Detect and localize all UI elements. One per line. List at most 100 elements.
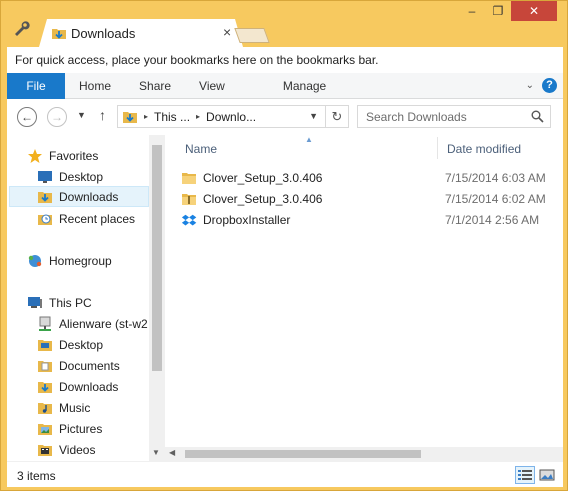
close-tab-icon[interactable]: × [223,24,231,40]
close-window-button[interactable]: ✕ [511,1,557,21]
tab-title: Downloads [71,26,136,41]
file-list-horizontal-scrollbar[interactable]: ◀ [165,447,563,461]
zip-folder-icon [182,194,196,205]
nav-item-label: Videos [59,442,96,457]
wrench-icon[interactable] [11,19,31,39]
tab-share[interactable]: Share [125,73,185,99]
nav-item-videos[interactable]: Videos [37,439,95,460]
nav-item-label: Music [59,400,91,415]
downloads-folder-icon [38,191,52,203]
nav-item-label: Pictures [59,421,103,436]
folder-icon [38,339,52,351]
dropbox-icon [181,214,197,226]
search-input[interactable]: Search Downloads [357,105,551,128]
tab-file[interactable]: File [7,72,65,99]
homegroup-icon [28,254,42,267]
file-name: Clover_Setup_3.0.406 [203,192,323,206]
nav-pane-scroll-thumb[interactable] [152,145,162,371]
star-icon [28,148,42,163]
file-name: Clover_Setup_3.0.406 [203,171,323,185]
nav-item-label: Desktop [59,337,104,352]
nav-item-documents[interactable]: Documents [37,355,120,376]
nav-item-favorites[interactable]: Favorites [27,145,98,166]
breadcrumb-this-pc[interactable]: This ... [154,110,190,124]
details-view-button[interactable] [515,466,535,484]
tab-manage[interactable]: Manage [269,73,340,99]
nav-item-recent-places[interactable]: Recent places [37,208,135,229]
network-drive-icon [39,316,51,331]
nav-item-downloads[interactable]: Downloads [9,186,149,207]
minimize-button[interactable]: – [459,1,485,21]
nav-item-label: Homegroup [49,253,112,268]
bookmarks-bar-message: For quick access, place your bookmarks h… [15,53,379,67]
search-placeholder: Search Downloads [366,110,467,124]
breadcrumb-downloads[interactable]: Downlo... [206,110,256,124]
file-row[interactable]: Clover_Setup_3.0.406 7/15/2014 6:02 AM [181,189,546,209]
column-header-name[interactable]: Name [185,142,217,156]
nav-item-label: Documents [59,358,120,373]
details-view-icon [518,470,532,480]
file-name: DropboxInstaller [203,213,291,227]
forward-button[interactable]: → [47,107,67,127]
tab-home[interactable]: Home [65,73,125,99]
scroll-down-icon[interactable]: ▼ [152,448,160,457]
recent-places-icon [38,214,52,225]
file-row[interactable]: Clover_Setup_3.0.406 7/15/2014 6:03 AM [181,168,546,188]
back-button[interactable]: ← [17,107,37,127]
crumb-separator-icon[interactable]: ▸ [196,112,200,121]
nav-pane-scrollbar[interactable]: ▼ [149,135,165,461]
recent-locations-icon[interactable]: ▼ [77,110,86,120]
nav-item-label: Recent places [59,211,136,226]
videos-folder-icon [38,444,52,456]
up-button[interactable]: ↑ [99,107,106,123]
file-date: 7/15/2014 6:03 AM [445,171,546,185]
expand-ribbon-icon[interactable]: ⌄ [526,80,534,91]
nav-item-homegroup[interactable]: Homegroup [27,250,112,271]
restore-button[interactable]: ❐ [485,1,511,21]
window-controls: – ❐ ✕ [459,1,557,21]
nav-item-desktop-folder[interactable]: Desktop [37,334,103,355]
address-bar[interactable]: ▸ This ... ▸ Downlo... ▼ ↻ [117,105,349,128]
new-tab-button[interactable] [234,28,270,43]
nav-item-label: Downloads [59,189,119,204]
nav-item-label: Favorites [49,148,99,163]
file-list: ▲ Name Date modified Clover_Setup_3.0.40… [165,135,563,461]
item-count: 3 items [17,469,56,483]
nav-item-downloads-folder[interactable]: Downloads [37,376,118,397]
computer-icon [28,296,42,308]
nav-item-music[interactable]: Music [37,397,90,418]
help-icon[interactable]: ? [542,78,557,93]
crumb-separator-icon[interactable]: ▸ [144,112,148,121]
column-divider[interactable] [437,137,438,159]
status-bar: 3 items [7,461,563,487]
downloads-folder-icon [38,381,52,393]
navigation-pane: Favorites Desktop Downloads Recent place… [7,135,165,461]
nav-item-pictures[interactable]: Pictures [37,418,102,439]
nav-item-label: Alienware (st-w2 [59,316,148,331]
search-icon[interactable] [531,110,544,123]
large-icons-view-button[interactable] [537,466,557,484]
address-dropdown-icon[interactable]: ▼ [309,111,318,121]
refresh-button[interactable]: ↻ [325,106,348,127]
horizontal-scroll-thumb[interactable] [185,450,421,458]
sort-ascending-icon: ▲ [305,135,313,144]
ribbon: File Home Share View Manage ⌄ ? [7,72,563,99]
folder-icon [38,360,52,372]
nav-item-label: Desktop [59,169,104,184]
music-folder-icon [38,402,52,414]
scroll-left-icon[interactable]: ◀ [169,448,175,457]
tab-view[interactable]: View [185,73,239,99]
nav-item-alienware[interactable]: Alienware (st-w2 [37,313,148,334]
nav-item-desktop[interactable]: Desktop [37,166,103,187]
column-header-date-modified[interactable]: Date modified [447,142,521,156]
file-row[interactable]: DropboxInstaller 7/1/2014 2:56 AM [181,210,539,230]
pictures-folder-icon [38,423,52,435]
downloads-folder-icon [52,29,66,39]
nav-item-label: This PC [49,295,92,310]
tab-downloads[interactable]: Downloads × [39,19,243,47]
address-row: ← → ▼ ↑ ▸ This ... ▸ Downlo... ▼ ↻ Searc… [7,99,563,135]
folder-icon [182,173,196,184]
desktop-icon [38,170,52,183]
nav-item-this-pc[interactable]: This PC [27,292,92,313]
file-date: 7/15/2014 6:02 AM [445,192,546,206]
